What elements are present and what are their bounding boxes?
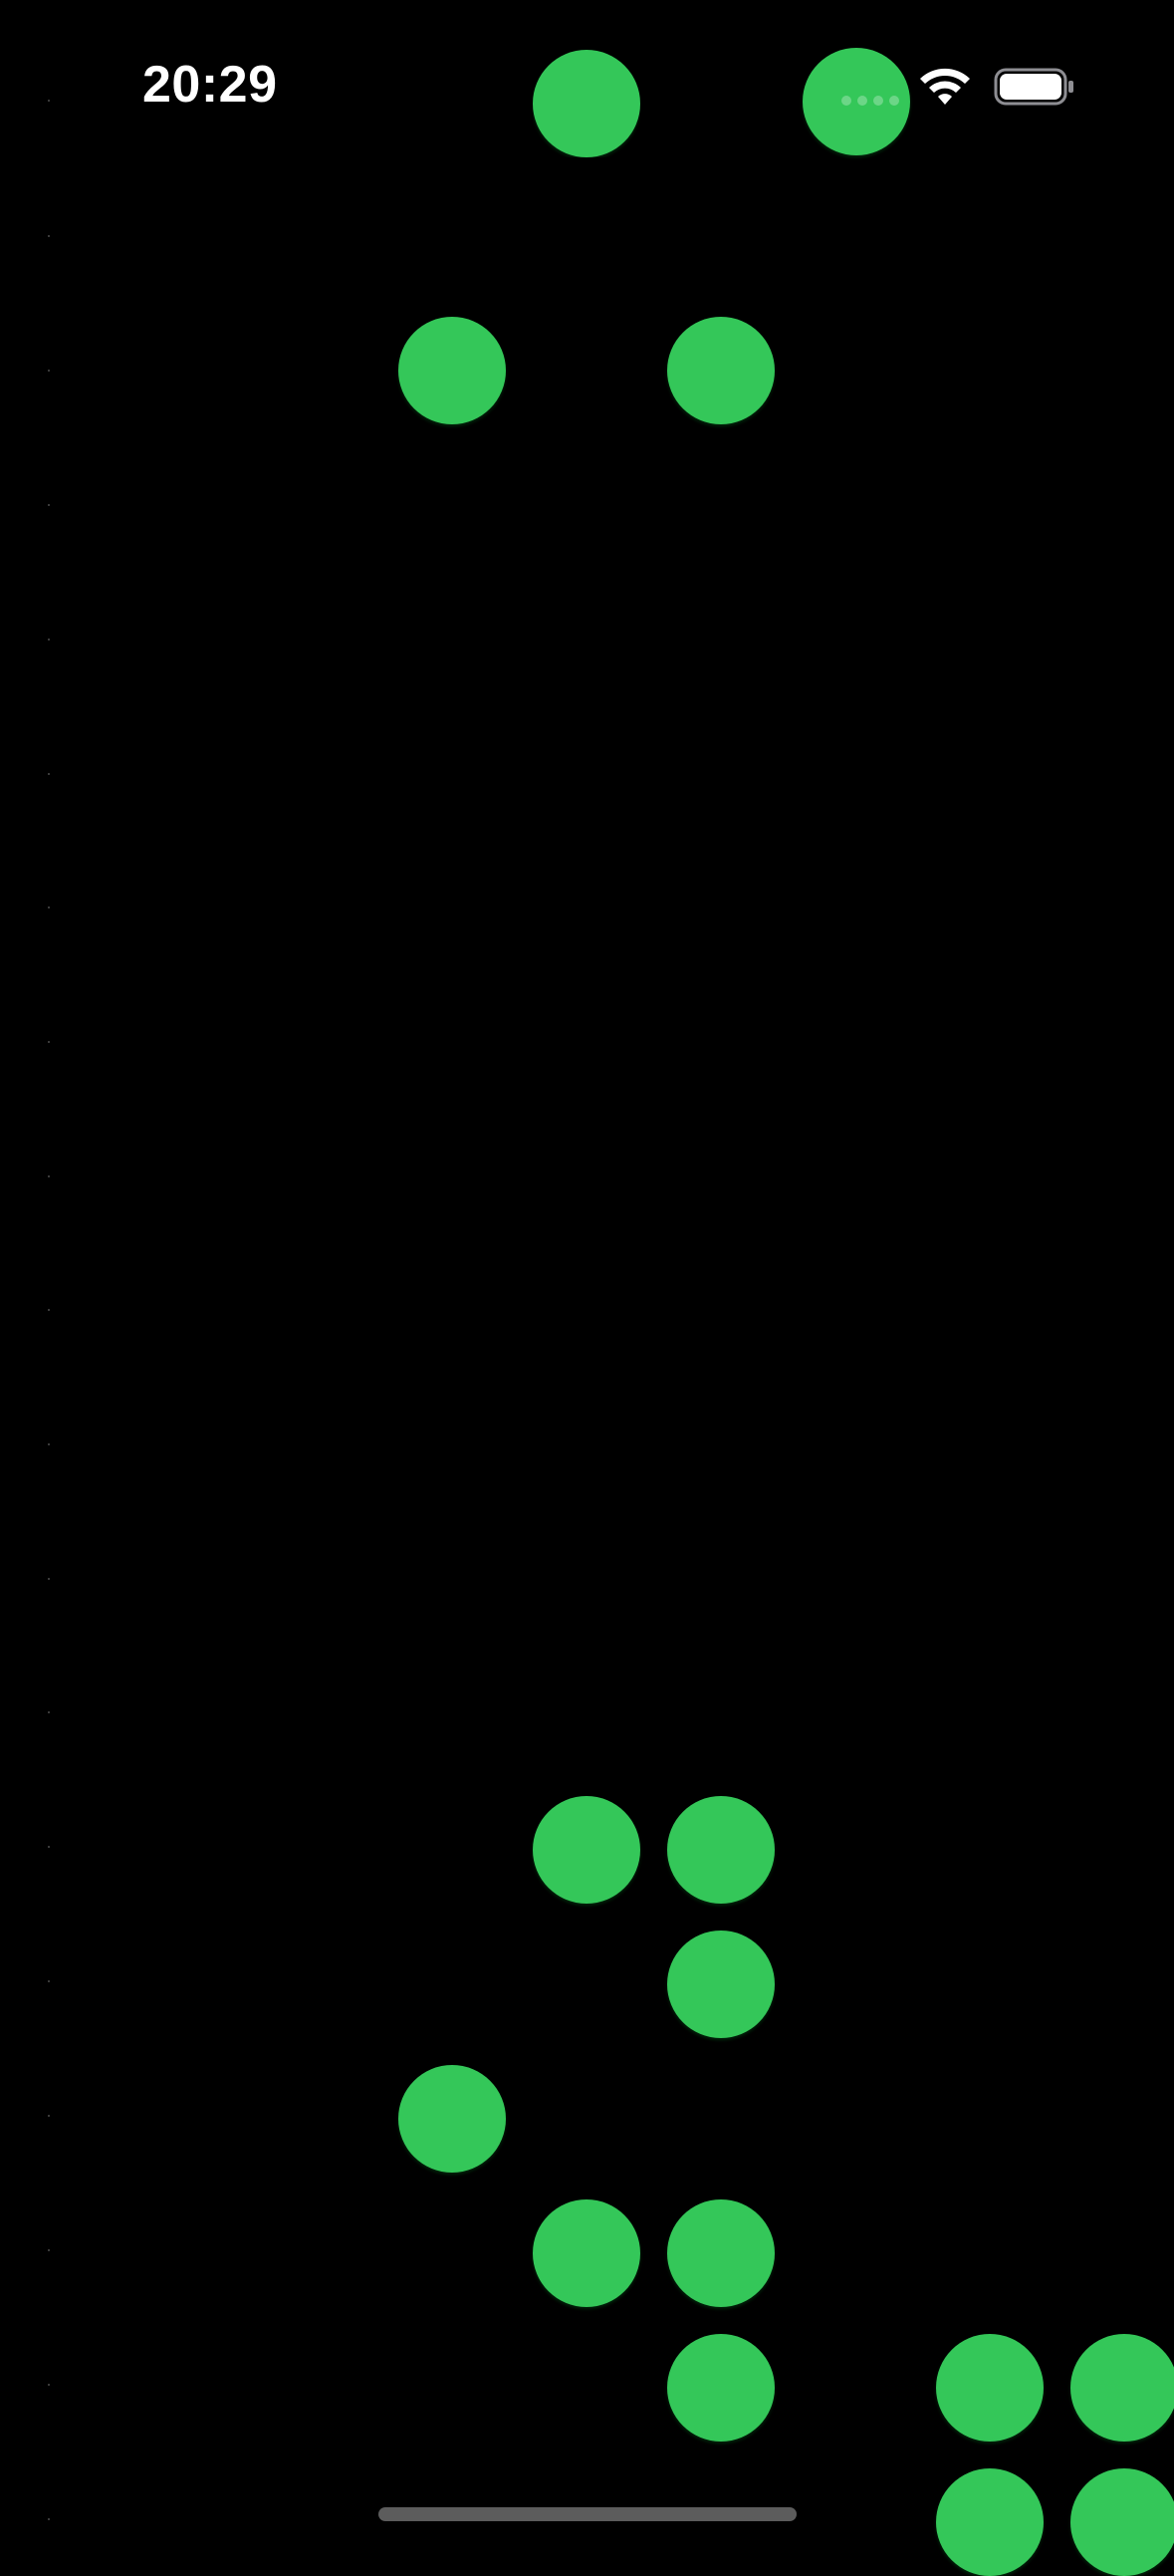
grid-dot[interactable] — [667, 1931, 775, 2038]
indicator-dot — [873, 96, 883, 106]
island-indicator-dots — [841, 96, 899, 106]
ruler-tick — [48, 2518, 50, 2520]
ruler-tick — [48, 2384, 50, 2386]
grid-dot[interactable] — [667, 1796, 775, 1904]
ruler-tick — [48, 235, 50, 237]
grid-dot[interactable] — [533, 1796, 640, 1904]
ruler-tick — [48, 639, 50, 641]
ruler-tick — [48, 504, 50, 506]
ruler-tick — [48, 2249, 50, 2251]
grid-dot[interactable] — [533, 50, 640, 157]
ruler-tick — [48, 1846, 50, 1848]
ruler-tick — [48, 1443, 50, 1445]
indicator-dot — [889, 96, 899, 106]
home-indicator[interactable] — [378, 2507, 797, 2521]
ruler-tick — [48, 2115, 50, 2117]
grid-dot[interactable] — [667, 2199, 775, 2307]
ruler-tick — [48, 906, 50, 908]
grid-dot[interactable] — [667, 2334, 775, 2442]
ruler-tick — [48, 1980, 50, 1982]
ruler-tick — [48, 1175, 50, 1177]
grid-dot[interactable] — [398, 317, 506, 424]
indicator-dot — [841, 96, 851, 106]
dot-partial-top[interactable] — [533, 0, 640, 157]
grid-dot[interactable] — [1070, 2334, 1174, 2442]
grid-dot[interactable] — [936, 2468, 1044, 2576]
ruler-tick — [48, 1309, 50, 1311]
ruler-tick — [48, 1711, 50, 1713]
grid-dot[interactable] — [398, 2065, 506, 2173]
battery-icon — [994, 68, 1073, 106]
ruler-tick — [48, 1041, 50, 1043]
ruler-tick — [48, 370, 50, 372]
grid-dot[interactable] — [667, 317, 775, 424]
grid-dot[interactable] — [936, 2334, 1044, 2442]
grid-dot[interactable] — [1070, 2468, 1174, 2576]
ruler-tick — [48, 773, 50, 775]
status-time: 20:29 — [142, 56, 278, 114]
indicator-dot — [857, 96, 867, 106]
ruler-tick — [48, 1578, 50, 1580]
ruler-tick — [48, 100, 50, 102]
grid-dot[interactable] — [533, 2199, 640, 2307]
wifi-icon — [920, 68, 970, 105]
